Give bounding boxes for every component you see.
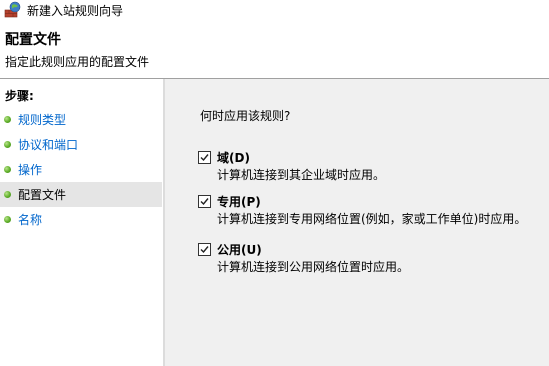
option-label: 公用(U) — [217, 243, 262, 257]
option-description: 计算机连接到专用网络位置(例如，家或工作单位)时应用。 — [217, 212, 527, 226]
step-label: 名称 — [18, 213, 43, 227]
step-name[interactable]: 名称 — [0, 207, 162, 232]
step-protocol-and-ports[interactable]: 协议和端口 — [0, 132, 162, 157]
option-label: 域(D) — [217, 151, 250, 165]
option-label: 专用(P) — [217, 195, 261, 209]
step-bullet-icon — [4, 216, 11, 223]
page-title: 配置文件 — [5, 32, 61, 48]
content-pane: 何时应用该规则? 域(D) 计算机连接到其企业域时应用。 专用(P) 计算机连接… — [165, 79, 549, 366]
step-profile[interactable]: 配置文件 — [0, 182, 162, 207]
step-action[interactable]: 操作 — [0, 157, 162, 182]
option-description: 计算机连接到其企业域时应用。 — [217, 168, 386, 182]
step-rule-type[interactable]: 规则类型 — [0, 107, 162, 132]
public-checkbox[interactable] — [198, 243, 211, 256]
check-icon — [200, 154, 209, 162]
page-subtitle: 指定此规则应用的配置文件 — [5, 55, 150, 69]
domain-checkbox[interactable] — [198, 151, 211, 164]
check-icon — [200, 246, 209, 254]
step-label: 操作 — [18, 163, 43, 177]
step-bullet-icon — [4, 166, 11, 173]
step-bullet-icon — [4, 191, 11, 198]
step-label: 协议和端口 — [18, 138, 79, 152]
step-label: 配置文件 — [18, 188, 67, 202]
check-icon — [200, 198, 209, 206]
firewall-icon — [4, 1, 22, 19]
steps-list: 规则类型 协议和端口 操作 配置文件 名称 — [0, 107, 163, 232]
step-label: 规则类型 — [18, 113, 67, 127]
window-title: 新建入站规则向导 — [27, 4, 124, 18]
step-bullet-icon — [4, 116, 11, 123]
steps-title: 步骤: — [5, 89, 34, 103]
question-text: 何时应用该规则? — [200, 109, 291, 123]
private-checkbox[interactable] — [198, 195, 211, 208]
option-description: 计算机连接到公用网络位置时应用。 — [217, 260, 410, 274]
steps-pane: 步骤: 规则类型 协议和端口 操作 配置文件 名称 — [0, 79, 163, 366]
step-bullet-icon — [4, 141, 11, 148]
wizard-header: 配置文件 指定此规则应用的配置文件 — [0, 22, 549, 77]
title-bar: 新建入站规则向导 — [0, 0, 549, 22]
